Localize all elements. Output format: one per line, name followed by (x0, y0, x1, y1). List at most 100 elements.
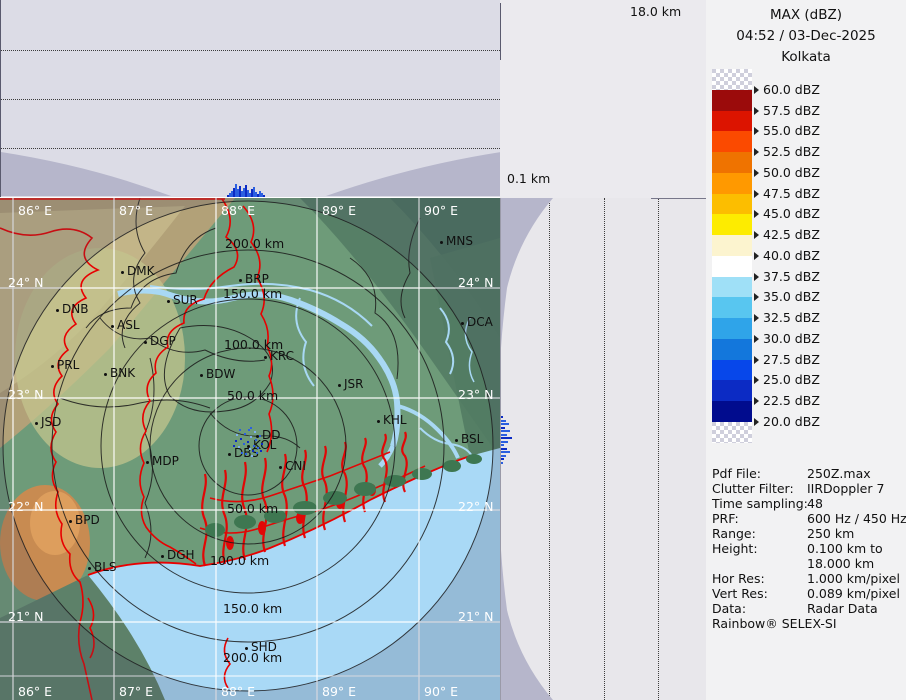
info-label: PRF: (712, 511, 739, 526)
legend-entry-value: 40.0 dBZ (763, 248, 820, 263)
echo-bar (501, 451, 510, 453)
legend-entry: 60.0 dBZ (754, 82, 820, 97)
echo-speckle (253, 445, 255, 447)
panel-divider-line (500, 3, 501, 60)
echo-speckle (256, 452, 258, 454)
echo-speckle (254, 431, 256, 433)
out-of-range-wedges (501, 198, 712, 700)
legend-arrow-icon (754, 231, 759, 239)
legend-entry: 55.0 dBZ (754, 123, 820, 138)
echo-speckle (255, 439, 257, 441)
legend-entry-value: 37.5 dBZ (763, 269, 820, 284)
info-label: Time sampling: (712, 496, 808, 511)
legend-entry: 57.5 dBZ (754, 103, 820, 118)
info-label: Pdf File: (712, 466, 761, 481)
echo-speckle (249, 448, 251, 450)
legend-entry: 20.0 dBZ (754, 414, 820, 429)
legend-arrow-icon (754, 107, 759, 115)
echo-bar (501, 434, 507, 436)
legend-entry-value: 25.0 dBZ (763, 372, 820, 387)
legend-entry: 47.5 dBZ (754, 186, 820, 201)
info-value: 250Z.max (807, 466, 871, 481)
legend-entry: 52.5 dBZ (754, 144, 820, 159)
info-value: 0.089 km/pixel (807, 586, 900, 601)
legend-entry: 27.5 dBZ (754, 352, 820, 367)
legend-arrow-icon (754, 190, 759, 198)
radar-product-window: 18.0 km 0.1 km (0, 0, 906, 700)
legend-arrow-icon (754, 376, 759, 384)
echo-speckle (240, 438, 242, 440)
legend-arrow-icon (754, 293, 759, 301)
echo-speckle (248, 429, 250, 431)
legend-entry-value: 35.0 dBZ (763, 289, 820, 304)
info-label: Clutter Filter: (712, 481, 794, 496)
echo-bar (501, 420, 506, 422)
right-panel-echo (501, 416, 521, 476)
echo-speckle (259, 435, 261, 437)
info-value: IIRDoppler 7 (807, 481, 884, 496)
radar-map: 86° E86° E87° E87° E88° E88° E89° E89° E… (0, 198, 500, 700)
info-value: Radar Data (807, 601, 878, 616)
echo-bar (263, 195, 265, 197)
legend-entry: 32.5 dBZ (754, 310, 820, 325)
legend-entry-value: 30.0 dBZ (763, 331, 820, 346)
legend-entry-value: 55.0 dBZ (763, 123, 820, 138)
legend-panel: MAX (dBZ) 04:52 / 03-Dec-2025 Kolkata 60… (706, 0, 906, 700)
echo-speckle (250, 436, 252, 438)
legend-arrow-icon (754, 210, 759, 218)
legend-entry-value: 47.5 dBZ (763, 186, 820, 201)
legend-arrow-icon (754, 418, 759, 426)
echo-bar (501, 430, 510, 432)
legend-entry-value: 32.5 dBZ (763, 310, 820, 325)
legend-entry: 42.5 dBZ (754, 227, 820, 242)
legend-entry: 22.5 dBZ (754, 393, 820, 408)
info-value: 18.000 km (807, 556, 874, 571)
legend-entry: 40.0 dBZ (754, 248, 820, 263)
echo-speckle (257, 447, 259, 449)
legend-arrow-icon (754, 148, 759, 156)
echo-bar (501, 423, 509, 425)
min-height-label: 0.1 km (507, 171, 550, 186)
right-cross-section-panel (500, 198, 711, 700)
max-height-label: 18.0 km (630, 4, 681, 19)
legend-entry-value: 50.0 dBZ (763, 165, 820, 180)
legend-entry-value: 22.5 dBZ (763, 393, 820, 408)
info-label: Data: (712, 601, 746, 616)
legend-arrow-icon (754, 273, 759, 281)
legend-arrow-icon (754, 86, 759, 94)
info-label: Hor Res: (712, 571, 765, 586)
legend-arrow-icon (754, 335, 759, 343)
legend-arrow-icon (754, 397, 759, 405)
echo-bar (501, 441, 508, 443)
legend-entry: 37.5 dBZ (754, 269, 820, 284)
legend-entry-value: 60.0 dBZ (763, 82, 820, 97)
info-label: Range: (712, 526, 756, 541)
echo-speckle (245, 453, 247, 455)
echo-speckle (243, 443, 245, 445)
legend-arrow-icon (754, 314, 759, 322)
software-credit: Rainbow® SELEX-SI (712, 616, 837, 631)
echo-bar (501, 416, 503, 418)
legend-entry-value: 52.5 dBZ (763, 144, 820, 159)
legend-entry: 25.0 dBZ (754, 372, 820, 387)
legend-entry-value: 20.0 dBZ (763, 414, 820, 429)
echo-speckle (261, 443, 263, 445)
legend-entry: 30.0 dBZ (754, 331, 820, 346)
echo-speckle (239, 429, 241, 431)
echo-bar (501, 437, 512, 439)
echo-bar (501, 427, 505, 429)
legend-entry-value: 57.5 dBZ (763, 103, 820, 118)
echo-speckle (233, 445, 235, 447)
echo-speckle (252, 450, 254, 452)
top-panel-echo (227, 0, 287, 197)
info-value: 600 Hz / 450 Hz (807, 511, 906, 526)
info-value: 48 (807, 496, 823, 511)
echo-speckle (251, 455, 253, 457)
legend-entry: 50.0 dBZ (754, 165, 820, 180)
legend-entry: 35.0 dBZ (754, 289, 820, 304)
echo-speckle (250, 427, 252, 429)
echo-speckle (247, 441, 249, 443)
echo-bar (501, 448, 507, 450)
legend-arrow-icon (754, 127, 759, 135)
echo-speckle (235, 440, 237, 442)
